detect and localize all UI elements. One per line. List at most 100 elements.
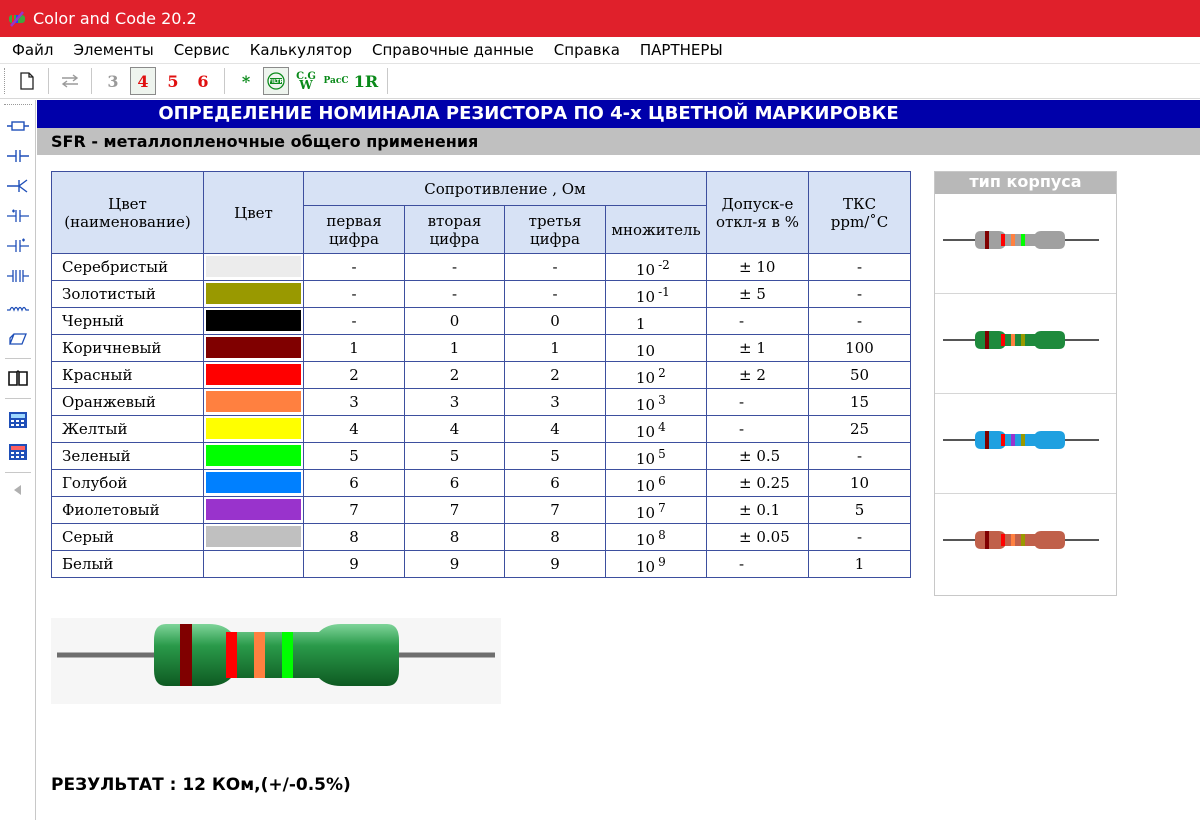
filter-icon[interactable]: FILTR	[263, 67, 289, 95]
third-digit-cell[interactable]: -	[504, 253, 606, 281]
tolerance-cell[interactable]: -	[706, 388, 809, 416]
color-calculator-icon[interactable]	[5, 440, 31, 464]
color-swatch[interactable]	[206, 553, 301, 574]
tolerance-cell[interactable]: ± 0.1	[706, 496, 809, 524]
tcr-cell[interactable]: -	[808, 307, 911, 335]
second-digit-cell[interactable]: 5	[404, 442, 505, 470]
inductor-icon[interactable]	[5, 296, 31, 320]
multiplier-cell[interactable]: 10 -2	[605, 253, 707, 281]
color-swatch-cell[interactable]	[203, 550, 304, 578]
table-row[interactable]: Серый 8 8 8 10 8 ± 0.05-	[51, 523, 911, 551]
calculator-icon[interactable]	[5, 408, 31, 432]
third-digit-cell[interactable]: 3	[504, 388, 606, 416]
color-name-cell[interactable]: Серый	[51, 523, 204, 551]
second-digit-cell[interactable]: -	[404, 280, 505, 308]
tcr-cell[interactable]: -	[808, 253, 911, 281]
color-swatch[interactable]	[206, 499, 301, 520]
first-digit-cell[interactable]: -	[303, 280, 405, 308]
color-swatch-cell[interactable]	[203, 523, 304, 551]
color-name-cell[interactable]: Зеленый	[51, 442, 204, 470]
app-icon[interactable]	[8, 10, 26, 28]
tolerance-cell[interactable]: -	[706, 415, 809, 443]
color-swatch-cell[interactable]	[203, 361, 304, 389]
first-digit-cell[interactable]: 8	[303, 523, 405, 551]
table-row[interactable]: Желтый 4 4 4 10 4-25	[51, 415, 911, 443]
menu-elements[interactable]: Элементы	[63, 41, 163, 59]
multiplier-cell[interactable]: 10 4	[605, 415, 707, 443]
first-digit-cell[interactable]: 1	[303, 334, 405, 362]
color-swatch-cell[interactable]	[203, 307, 304, 335]
second-digit-cell[interactable]: 4	[404, 415, 505, 443]
first-digit-cell[interactable]: 7	[303, 496, 405, 524]
multiplier-cell[interactable]: 10	[605, 334, 707, 362]
table-row[interactable]: Коричневый 1 1 1 10 ± 1 100	[51, 334, 911, 362]
second-digit-cell[interactable]: -	[404, 253, 505, 281]
band-5-button[interactable]: 5	[160, 67, 186, 95]
case-option[interactable]	[935, 194, 1116, 294]
case-option[interactable]	[935, 494, 1116, 594]
color-swatch-cell[interactable]	[203, 388, 304, 416]
band-6-button[interactable]: 6	[190, 67, 216, 95]
color-swatch-cell[interactable]	[203, 442, 304, 470]
third-digit-cell[interactable]: 5	[504, 442, 606, 470]
tcr-cell[interactable]: 1	[808, 550, 911, 578]
table-row[interactable]: Черный - 0 0 1 - -	[51, 307, 911, 335]
one-r-button[interactable]: 1R	[353, 67, 379, 95]
first-digit-cell[interactable]: 3	[303, 388, 405, 416]
third-digit-cell[interactable]: -	[504, 280, 606, 308]
color-name-cell[interactable]: Золотистый	[51, 280, 204, 308]
tolerance-cell[interactable]: ± 2	[706, 361, 809, 389]
second-digit-cell[interactable]: 7	[404, 496, 505, 524]
third-digit-cell[interactable]: 9	[504, 550, 606, 578]
color-name-cell[interactable]: Красный	[51, 361, 204, 389]
color-swatch[interactable]	[206, 364, 301, 385]
first-digit-cell[interactable]: -	[303, 253, 405, 281]
table-row[interactable]: Красный 2 2 2 10 2 ± 2 50	[51, 361, 911, 389]
tcr-cell[interactable]: 50	[808, 361, 911, 389]
double-capacitor-icon[interactable]	[5, 264, 31, 288]
color-swatch[interactable]	[206, 310, 301, 331]
left-toolbar-grip[interactable]	[4, 104, 32, 107]
menu-reference[interactable]: Справочные данные	[362, 41, 544, 59]
pac-button[interactable]: PacC	[323, 67, 349, 95]
third-digit-cell[interactable]: 6	[504, 469, 606, 497]
first-digit-cell[interactable]: 5	[303, 442, 405, 470]
second-digit-cell[interactable]: 9	[404, 550, 505, 578]
cgw-button[interactable]: C.G W	[293, 67, 319, 95]
tcr-cell[interactable]: 5	[808, 496, 911, 524]
color-swatch-cell[interactable]	[203, 253, 304, 281]
table-row[interactable]: Серебристый - - - 10 -2 ± 10 -	[51, 253, 911, 281]
color-swatch[interactable]	[206, 256, 301, 277]
toolbar-grip[interactable]	[4, 68, 8, 94]
case-option[interactable]	[935, 394, 1116, 494]
color-swatch-cell[interactable]	[203, 469, 304, 497]
color-swatch-cell[interactable]	[203, 280, 304, 308]
tcr-cell[interactable]: -	[808, 280, 911, 308]
second-digit-cell[interactable]: 8	[404, 523, 505, 551]
color-swatch[interactable]	[206, 337, 301, 358]
multiplier-cell[interactable]: 10 8	[605, 523, 707, 551]
tolerance-cell[interactable]: ± 5	[706, 280, 809, 308]
case-option[interactable]	[935, 294, 1116, 394]
color-swatch[interactable]	[206, 445, 301, 466]
tolerance-cell[interactable]: ± 0.25	[706, 469, 809, 497]
tcr-cell[interactable]: -	[808, 442, 911, 470]
multiplier-cell[interactable]: 10 5	[605, 442, 707, 470]
multiplier-cell[interactable]: 10 3	[605, 388, 707, 416]
tolerance-cell[interactable]: -	[706, 550, 809, 578]
electrolytic-capacitor-icon[interactable]	[5, 204, 31, 228]
color-name-cell[interactable]: Коричневый	[51, 334, 204, 362]
third-digit-cell[interactable]: 8	[504, 523, 606, 551]
first-digit-cell[interactable]: 9	[303, 550, 405, 578]
swap-icon[interactable]	[57, 67, 83, 95]
color-name-cell[interactable]: Серебристый	[51, 253, 204, 281]
color-name-cell[interactable]: Желтый	[51, 415, 204, 443]
second-digit-cell[interactable]: 0	[404, 307, 505, 335]
menu-help[interactable]: Справка	[544, 41, 630, 59]
capacitor-icon[interactable]	[5, 144, 31, 168]
third-digit-cell[interactable]: 4	[504, 415, 606, 443]
second-digit-cell[interactable]: 2	[404, 361, 505, 389]
tolerance-cell[interactable]: ± 0.05	[706, 523, 809, 551]
menu-service[interactable]: Сервис	[164, 41, 240, 59]
table-row[interactable]: Фиолетовый 7 7 7 10 7 ± 0.1 5	[51, 496, 911, 524]
